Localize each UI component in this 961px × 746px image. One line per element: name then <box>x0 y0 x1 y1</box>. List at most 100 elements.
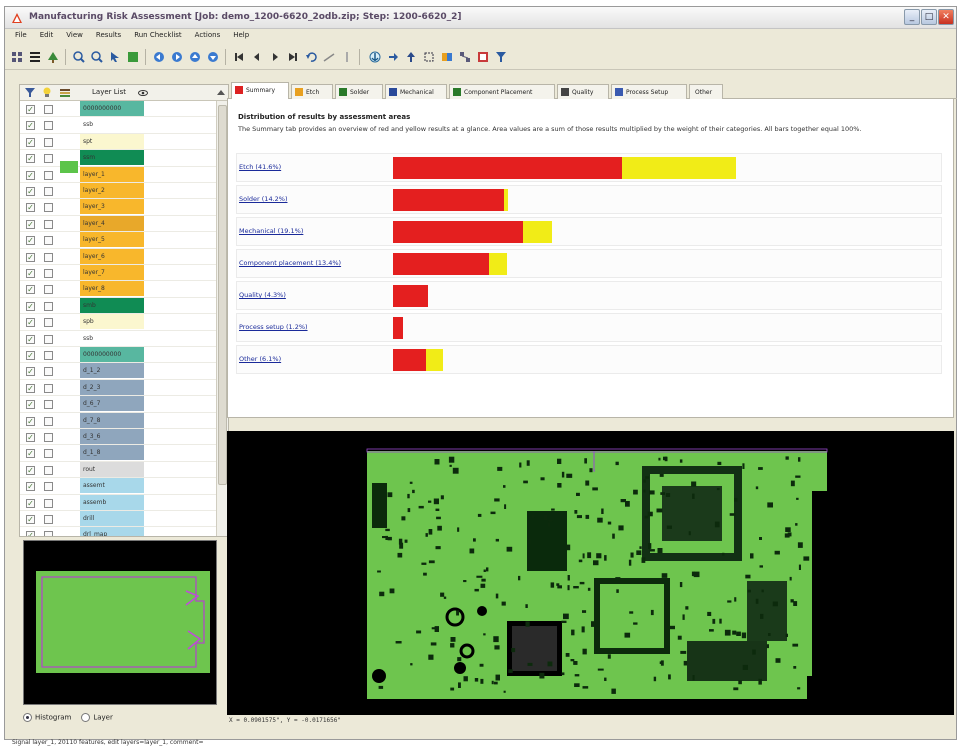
layer-name[interactable]: d_7_8 <box>80 412 144 428</box>
radio-layer[interactable]: Layer <box>81 713 113 722</box>
box-select-icon[interactable] <box>423 51 435 63</box>
layer-select-checkbox[interactable] <box>44 416 53 426</box>
layer-visible-checkbox[interactable]: ✓ <box>26 465 35 475</box>
layer-row[interactable]: ✓ ssb <box>20 117 216 134</box>
layer-select-checkbox[interactable] <box>44 531 53 536</box>
layer-name[interactable]: layer_7 <box>80 265 144 280</box>
layer-name[interactable]: layer_3 <box>80 199 144 215</box>
layer-select-checkbox[interactable] <box>44 465 53 475</box>
pcb-graphics-view[interactable] <box>227 431 954 715</box>
layer-row[interactable]: ✓ 0000000000 <box>20 347 216 364</box>
layer-visible-checkbox[interactable]: ✓ <box>26 482 35 492</box>
layer-row[interactable]: ✓ layer_1 <box>20 166 216 183</box>
layer-select-checkbox[interactable] <box>44 252 53 262</box>
area-link[interactable]: Other (6.1%) <box>239 355 281 363</box>
tab-quality[interactable]: Quality <box>557 84 609 99</box>
layer-stack-icon[interactable] <box>29 51 41 63</box>
overview-panel[interactable] <box>23 540 217 705</box>
layer-name[interactable]: ssm <box>80 150 144 166</box>
bulb-icon[interactable] <box>42 87 52 98</box>
zoom-in-icon[interactable] <box>73 51 85 63</box>
layer-visible-checkbox[interactable]: ✓ <box>26 400 35 410</box>
pan-up-icon[interactable] <box>189 51 201 63</box>
layer-select-checkbox[interactable] <box>44 219 53 229</box>
layer-select-checkbox[interactable] <box>44 105 53 114</box>
yellow-result-bar[interactable] <box>522 221 553 243</box>
layer-row[interactable]: ✓ rout <box>20 461 216 479</box>
layer-row[interactable]: ✓ layer_7 <box>20 265 216 282</box>
next-result-icon[interactable] <box>269 51 281 63</box>
yellow-result-bar[interactable] <box>426 349 443 371</box>
layer-row[interactable]: ✓ spb <box>20 314 216 331</box>
tab-solder[interactable]: Solder <box>335 84 383 99</box>
layout-grid-icon[interactable] <box>11 51 23 63</box>
layer-visible-checkbox[interactable]: ✓ <box>26 121 35 131</box>
layer-name[interactable]: d_1_2 <box>80 363 144 379</box>
layer-visible-checkbox[interactable]: ✓ <box>26 433 35 442</box>
layer-name[interactable]: assemt <box>80 478 144 494</box>
layer-select-checkbox[interactable] <box>44 170 53 180</box>
close-button[interactable]: ✕ <box>938 9 954 25</box>
menu-help[interactable]: Help <box>227 29 256 43</box>
layer-visible-checkbox[interactable]: ✓ <box>26 219 35 229</box>
layer-select-checkbox[interactable] <box>44 367 53 377</box>
red-result-bar[interactable] <box>393 253 489 275</box>
eye-icon[interactable] <box>138 87 148 98</box>
layer-row[interactable]: ✓ layer_8 <box>20 281 216 298</box>
layer-visible-checkbox[interactable]: ✓ <box>26 269 35 278</box>
layer-visible-checkbox[interactable]: ✓ <box>26 498 35 508</box>
layer-name[interactable]: 0000000000 <box>80 101 144 116</box>
layer-select-checkbox[interactable] <box>44 187 53 196</box>
layer-select-checkbox[interactable] <box>44 269 53 278</box>
red-result-bar[interactable] <box>393 349 426 371</box>
layer-row[interactable]: ✓ spt <box>20 133 216 151</box>
layer-select-checkbox[interactable] <box>44 121 53 131</box>
layer-name[interactable]: d_3_6 <box>80 429 144 444</box>
menu-edit[interactable]: Edit <box>34 29 61 43</box>
layer-select-checkbox[interactable] <box>44 449 53 459</box>
report-icon[interactable] <box>477 51 489 63</box>
layer-row[interactable]: ✓ drl_map <box>20 527 216 536</box>
layer-row[interactable]: ✓ ssm <box>20 150 216 174</box>
layer-select-checkbox[interactable] <box>44 236 53 246</box>
red-result-bar[interactable] <box>393 317 404 339</box>
anchor-icon[interactable] <box>369 51 381 63</box>
layer-visible-checkbox[interactable]: ✓ <box>26 236 35 246</box>
layer-visible-checkbox[interactable]: ✓ <box>26 383 35 393</box>
layer-name[interactable]: layer_2 <box>80 183 144 198</box>
layer-visible-checkbox[interactable]: ✓ <box>26 187 35 196</box>
pointer-up-icon[interactable] <box>405 51 417 63</box>
layer-select-checkbox[interactable] <box>44 318 53 328</box>
measure-icon[interactable] <box>323 51 335 63</box>
layer-visible-checkbox[interactable]: ✓ <box>26 351 35 360</box>
filter-icon[interactable] <box>25 87 35 98</box>
layer-name[interactable]: layer_6 <box>80 248 144 264</box>
layer-row[interactable]: ✓ smb <box>20 297 216 315</box>
layer-select-checkbox[interactable] <box>44 285 53 295</box>
filter-icon[interactable] <box>495 51 507 63</box>
tab-etch[interactable]: Etch <box>291 84 333 99</box>
red-result-bar[interactable] <box>393 285 429 307</box>
layer-row[interactable]: ✓ layer_5 <box>20 232 216 249</box>
undo-icon[interactable] <box>305 51 317 63</box>
layer-name[interactable]: d_1_8 <box>80 445 144 461</box>
layer-row[interactable]: ✓ layer_2 <box>20 183 216 200</box>
layer-name[interactable]: spt <box>80 133 144 149</box>
zoom-out-icon[interactable] <box>91 51 103 63</box>
layer-row[interactable]: ✓ layer_4 <box>20 215 216 233</box>
layer-row[interactable]: ✓ d_1_2 <box>20 363 216 380</box>
net-icon[interactable] <box>459 51 471 63</box>
layer-row[interactable]: ✓ 0000000000 <box>20 101 216 118</box>
area-link[interactable]: Solder (14.2%) <box>239 195 288 203</box>
layer-select-checkbox[interactable] <box>44 137 53 147</box>
layer-colors-icon[interactable] <box>441 51 453 63</box>
layer-name[interactable]: layer_1 <box>80 166 144 182</box>
layer-name[interactable]: assemb <box>80 494 144 510</box>
layer-visible-checkbox[interactable]: ✓ <box>26 137 35 147</box>
layer-visible-checkbox[interactable]: ✓ <box>26 252 35 262</box>
maximize-button[interactable]: □ <box>921 9 937 25</box>
layer-visible-checkbox[interactable]: ✓ <box>26 318 35 328</box>
area-link[interactable]: Mechanical (19.1%) <box>239 227 303 235</box>
layer-name[interactable]: rout <box>80 461 144 477</box>
radio-layer-dot[interactable] <box>81 713 91 722</box>
